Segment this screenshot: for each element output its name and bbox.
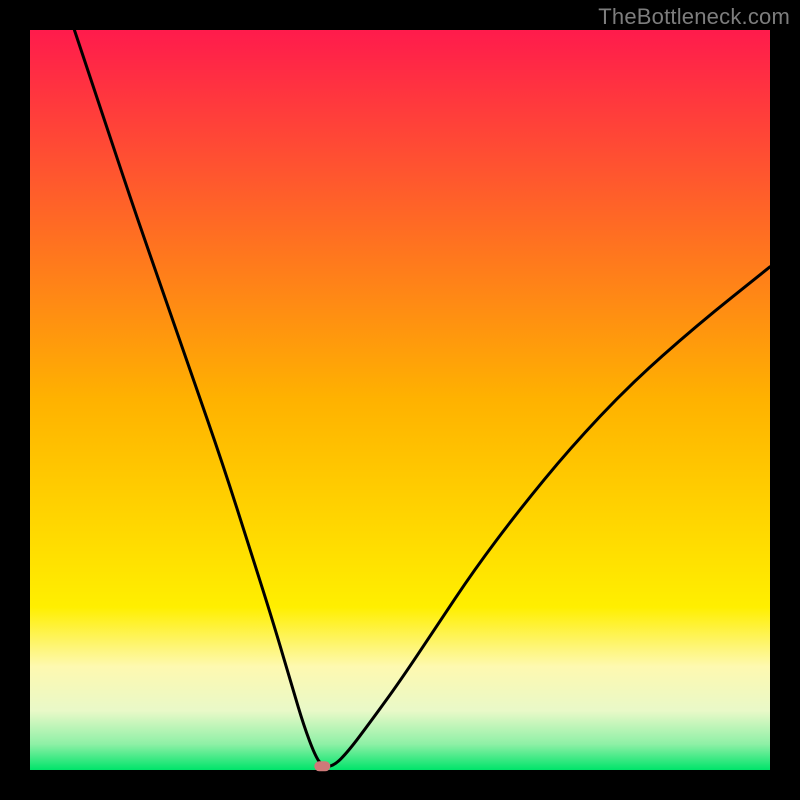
watermark-text: TheBottleneck.com [598,4,790,30]
bottleneck-curve [74,30,770,766]
chart-frame: TheBottleneck.com [0,0,800,800]
bottleneck-chart [30,30,770,770]
min-marker [314,761,330,771]
